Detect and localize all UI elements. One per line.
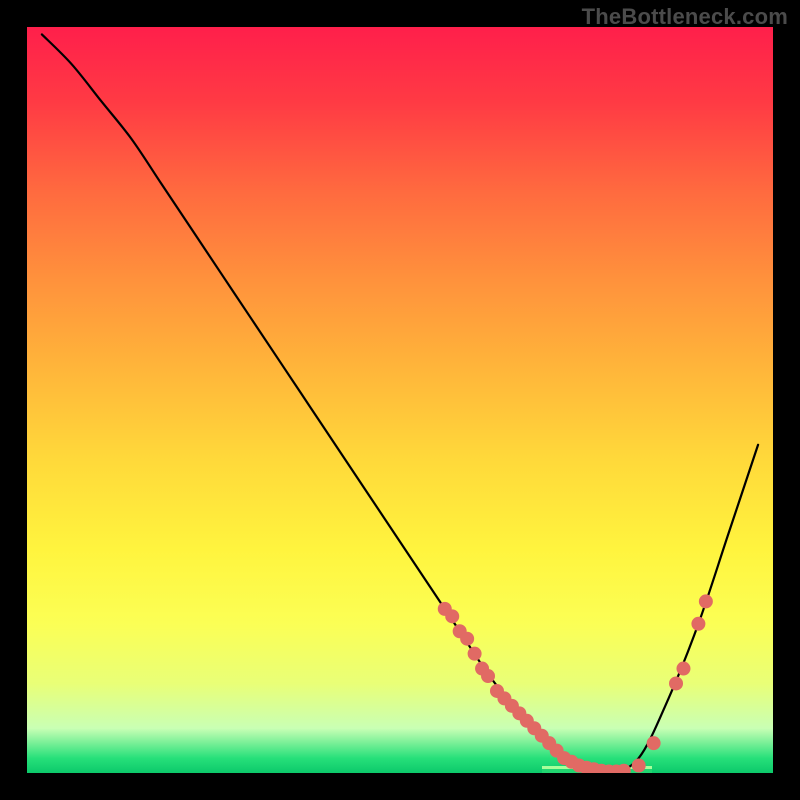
curve-marker-dot	[617, 764, 630, 773]
curve-marker-dot	[692, 617, 705, 630]
curve-marker-dot	[446, 610, 459, 623]
chart-frame: TheBottleneck.com	[0, 0, 800, 800]
curve-marker-dot	[677, 662, 690, 675]
curve-marker-dot	[468, 647, 481, 660]
chart-overlay	[27, 27, 773, 773]
curve-marker-dot	[632, 759, 645, 772]
curve-marker-dot	[482, 670, 495, 683]
curve-marker-dot	[699, 595, 712, 608]
curve-marker-group	[438, 595, 712, 773]
curve-marker-dot	[670, 677, 683, 690]
curve-marker-dot	[461, 632, 474, 645]
bottleneck-curve	[42, 34, 758, 773]
curve-marker-dot	[647, 737, 660, 750]
watermark-label: TheBottleneck.com	[582, 4, 788, 30]
